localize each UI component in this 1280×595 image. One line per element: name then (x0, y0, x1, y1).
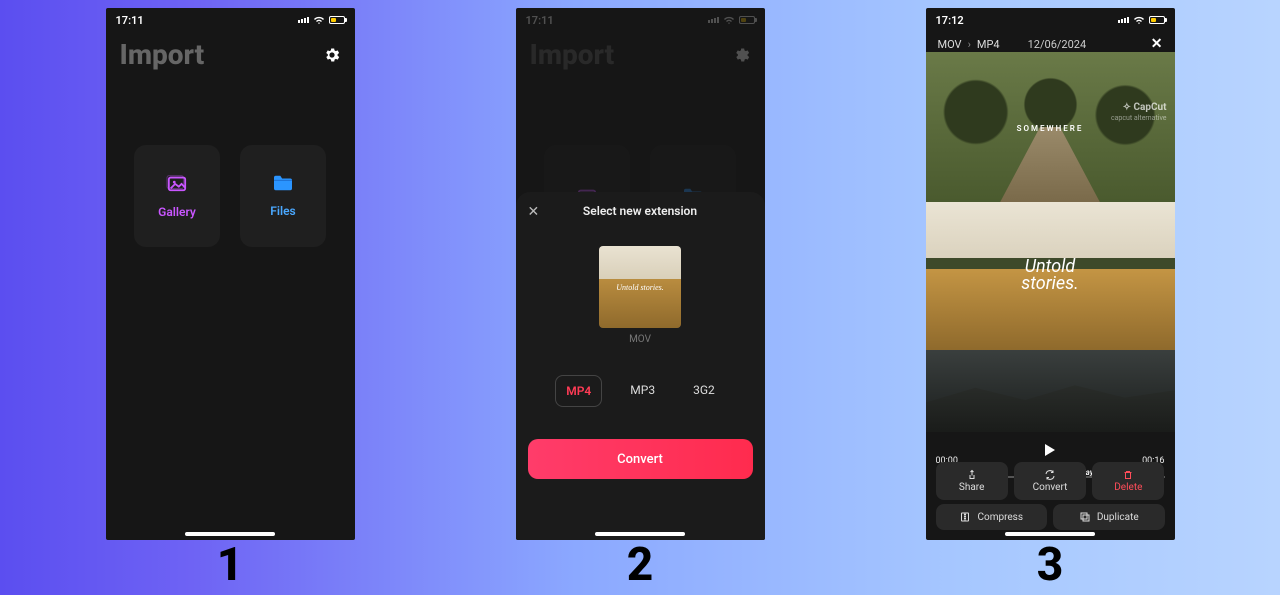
page-title: Import (530, 38, 615, 71)
duplicate-button[interactable]: Duplicate (1053, 504, 1165, 530)
convert-button-label: Convert (617, 452, 663, 467)
home-indicator[interactable] (185, 532, 275, 536)
home-indicator[interactable] (595, 532, 685, 536)
wifi-icon (1133, 16, 1145, 25)
delete-button[interactable]: Delete (1092, 462, 1164, 500)
sheet-title: Select new extension (583, 204, 697, 218)
files-button[interactable]: Files (240, 145, 326, 247)
share-label: Share (959, 482, 984, 493)
convert-icon (1044, 469, 1056, 481)
crumb-from: MOV (938, 38, 962, 51)
crumb-to: MP4 (977, 38, 1000, 51)
ext-option-mp4[interactable]: MP4 (555, 375, 602, 407)
status-right (708, 16, 755, 25)
extension-sheet: ✕ Select new extension Untold stories. M… (516, 192, 765, 540)
share-icon (966, 469, 978, 481)
source-extension-label: MOV (516, 334, 765, 345)
battery-icon (1149, 16, 1165, 24)
status-bar: 17:11 (106, 8, 355, 28)
video-frame-2: Untoldstories. (926, 202, 1175, 350)
cellular-icon (1118, 17, 1129, 23)
folder-icon (272, 174, 294, 192)
gallery-button[interactable]: Gallery (134, 145, 220, 247)
status-right (298, 16, 345, 25)
convert-button[interactable]: Convert (528, 439, 753, 479)
cellular-icon (298, 17, 309, 23)
thumbnail-caption: Untold stories. (599, 284, 681, 292)
close-icon[interactable]: ✕ (1151, 36, 1163, 52)
trash-icon (1122, 469, 1134, 481)
close-icon[interactable]: ✕ (528, 204, 540, 220)
video-preview[interactable]: SOMEWHERE Untoldstories. ✧ CapCut capcut… (926, 52, 1175, 432)
play-icon[interactable] (1045, 444, 1055, 456)
gallery-label: Gallery (158, 205, 196, 219)
breadcrumb: MOV › MP4 12/06/2024 (938, 38, 1087, 51)
compress-icon (959, 511, 971, 523)
frame2-overlay-text: Untoldstories. (926, 258, 1175, 292)
page-title: Import (120, 38, 205, 71)
ext-option-3g2[interactable]: 3G2 (683, 375, 725, 407)
ext-option-mp3[interactable]: MP3 (620, 375, 665, 407)
video-frame-3 (926, 350, 1175, 432)
duplicate-label: Duplicate (1097, 512, 1139, 523)
status-bar: 17:12 (926, 8, 1175, 28)
wifi-icon (723, 16, 735, 25)
share-button[interactable]: Share (936, 462, 1008, 500)
convert-button[interactable]: Convert (1014, 462, 1086, 500)
convert-label: Convert (1033, 482, 1068, 493)
watermark: ✧ CapCut capcut alternative (1111, 102, 1167, 124)
battery-icon (739, 16, 755, 24)
home-indicator[interactable] (1005, 532, 1095, 536)
video-frame-1: SOMEWHERE (926, 52, 1175, 202)
step-number: 1 (217, 540, 244, 591)
status-right (1118, 16, 1165, 25)
phone-screen-1: 17:11 Import Gallery (106, 8, 355, 540)
status-time: 17:12 (936, 14, 964, 27)
phone-screen-2: 17:11 Import (516, 8, 765, 540)
settings-icon[interactable] (323, 46, 341, 64)
file-date: 12/06/2024 (1028, 38, 1087, 51)
status-time: 17:11 (116, 14, 144, 27)
cellular-icon (708, 17, 719, 23)
chevron-right-icon: › (968, 38, 971, 51)
status-time: 17:11 (526, 14, 554, 27)
duplicate-icon (1079, 511, 1091, 523)
frame1-overlay-text: SOMEWHERE (926, 124, 1175, 133)
phone-screen-3: 17:12 MOV › MP4 12/06/2024 ✕ SOME (926, 8, 1175, 540)
step-number: 3 (1037, 540, 1064, 591)
wifi-icon (313, 16, 325, 25)
files-label: Files (270, 204, 295, 218)
gallery-icon (166, 173, 188, 193)
step-number: 2 (627, 540, 654, 591)
compress-label: Compress (977, 512, 1023, 523)
battery-icon (329, 16, 345, 24)
video-thumbnail[interactable]: Untold stories. (599, 246, 681, 328)
status-bar: 17:11 (516, 8, 765, 28)
settings-icon[interactable] (733, 46, 751, 64)
compress-button[interactable]: Compress (936, 504, 1048, 530)
delete-label: Delete (1114, 482, 1142, 493)
